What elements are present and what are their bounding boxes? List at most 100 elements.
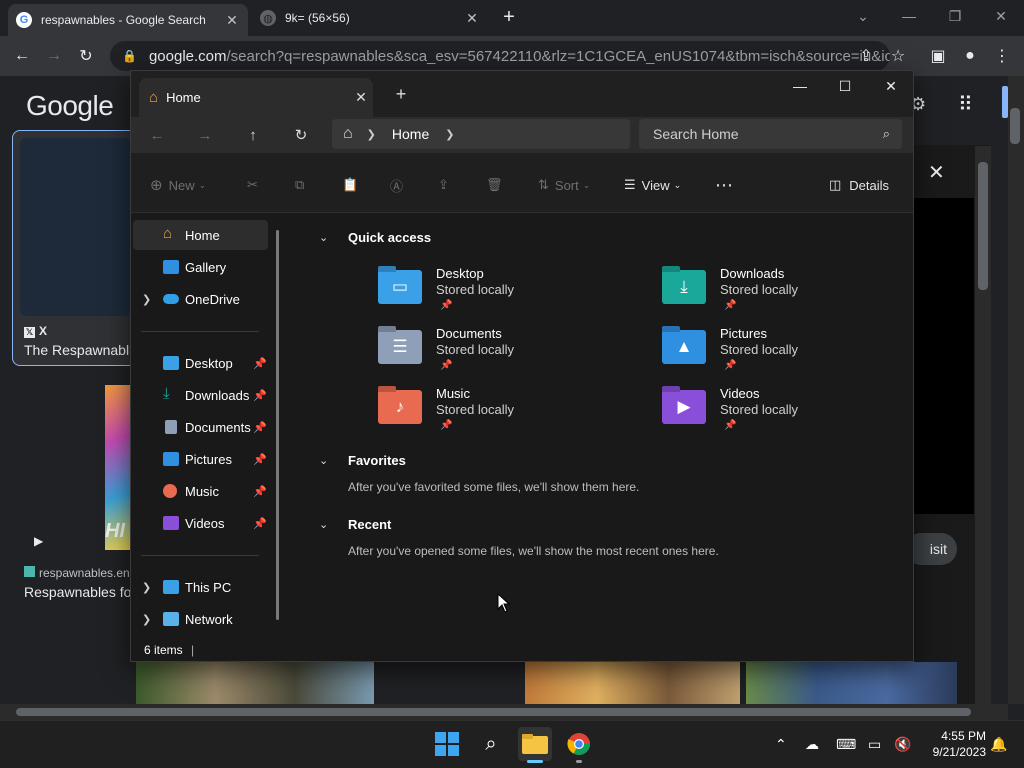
details-button[interactable]: ◫ Details — [829, 175, 889, 195]
quick-access-documents[interactable]: ☰ Documents Stored locally 📌 — [378, 326, 628, 386]
forward-icon[interactable]: → — [195, 125, 215, 145]
reload-icon[interactable]: ↻ — [76, 46, 96, 66]
minimize-icon[interactable]: — — [886, 0, 932, 32]
address-bar[interactable]: 🔒 google.com /search?q=respawnables&sca_… — [110, 41, 890, 71]
network-monitor-icon[interactable]: ▭ — [868, 736, 881, 753]
navigation-pane-scrollbar[interactable] — [276, 230, 279, 620]
new-tab-icon[interactable]: + — [392, 84, 410, 104]
share-icon[interactable]: ⇪ — [438, 175, 449, 195]
side-panel-icon[interactable]: ▣ — [928, 46, 948, 66]
view-button[interactable]: ☰ View ⌄ — [624, 175, 681, 195]
start-windows-icon[interactable] — [430, 727, 464, 761]
sidebar-item-music[interactable]: Music 📌 — [133, 476, 268, 506]
cut-icon[interactable]: ✂ — [247, 175, 258, 195]
bookmark-star-icon[interactable]: ☆ — [888, 46, 908, 66]
pin-icon[interactable]: 📌 — [253, 453, 267, 466]
explorer-tab-home[interactable]: ⌂ Home ✕ — [139, 78, 373, 117]
pin-icon[interactable]: 📌 — [253, 485, 267, 498]
chevron-right-icon[interactable]: ❯ — [142, 293, 151, 306]
quick-access-downloads[interactable]: ⤓ Downloads Stored locally 📌 — [662, 266, 912, 326]
quick-access-desktop[interactable]: ▭ Desktop Stored locally 📌 — [378, 266, 628, 326]
pin-icon[interactable]: 📌 — [253, 517, 267, 530]
back-icon[interactable]: ← — [147, 125, 167, 145]
forward-icon[interactable]: → — [44, 46, 64, 66]
new-button[interactable]: ⊕ New ⌄ — [150, 175, 206, 195]
pin-icon[interactable]: 📌 — [253, 357, 267, 370]
result-title[interactable]: The Respawnabl — [24, 342, 129, 358]
breadcrumb-home[interactable]: Home — [392, 126, 429, 142]
volume-muted-icon[interactable]: 🔇 — [894, 736, 911, 753]
section-favorites[interactable]: Favorites — [348, 453, 406, 468]
sidebar-item-this-pc[interactable]: ❯ This PC — [133, 572, 268, 602]
keyboard-icon[interactable]: ⌨ — [836, 736, 856, 753]
chevron-down-icon[interactable]: ⌄ — [319, 518, 328, 531]
close-icon[interactable]: ✕ — [349, 89, 373, 106]
menu-kebab-icon[interactable]: ⋮ — [992, 46, 1012, 66]
quick-access-music[interactable]: ♪ Music Stored locally 📌 — [378, 386, 628, 446]
sidebar-item-home[interactable]: ⌂ Home — [133, 220, 268, 250]
page-vertical-scrollbar[interactable] — [1008, 76, 1024, 704]
file-explorer-taskbar-icon[interactable] — [518, 727, 552, 761]
close-window-icon[interactable]: ✕ — [868, 72, 914, 100]
horizontal-scrollbar-thumb[interactable] — [16, 708, 971, 716]
paste-icon[interactable]: 📋 — [342, 175, 358, 195]
profile-icon[interactable]: ● — [960, 46, 980, 66]
chevron-down-icon[interactable]: ⌄ — [319, 231, 328, 244]
sidebar-item-downloads[interactable]: ⤓ Downloads 📌 — [133, 380, 268, 410]
chevron-down-icon[interactable]: ⌄ — [319, 454, 328, 467]
pin-icon[interactable]: 📌 — [253, 421, 267, 434]
close-icon[interactable]: ✕ — [224, 12, 240, 29]
search-icon[interactable]: ⌕ — [474, 727, 508, 761]
browser-tab-image[interactable]: ◍ 9k= (56×56) ✕ — [252, 4, 488, 32]
maximize-icon[interactable]: ☐ — [822, 72, 868, 100]
quick-access-videos[interactable]: ▶ Videos Stored locally 📌 — [662, 386, 912, 446]
sort-button[interactable]: ⇅ Sort ⌄ — [538, 175, 590, 195]
notification-bell-icon[interactable]: 🔔 — [990, 736, 1007, 753]
chevron-right-icon[interactable]: ❯ — [142, 613, 151, 626]
onedrive-cloud-icon[interactable]: ☁ — [805, 736, 819, 753]
panel-scrollbar-thumb[interactable] — [978, 162, 988, 290]
page-scrollbar-thumb[interactable] — [1010, 108, 1020, 144]
preview-image[interactable] — [912, 198, 974, 514]
sidebar-item-network[interactable]: ❯ Network — [133, 604, 268, 634]
copy-icon[interactable]: ⧉ — [295, 175, 304, 195]
close-icon[interactable]: ✕ — [464, 10, 480, 27]
pin-icon[interactable]: 📌 — [253, 389, 267, 402]
sidebar-item-onedrive[interactable]: ❯ OneDrive — [133, 284, 268, 314]
system-clock[interactable]: 4:55 PM 9/21/2023 — [920, 728, 986, 760]
refresh-icon[interactable]: ↻ — [291, 125, 311, 145]
sidebar-item-documents[interactable]: Documents 📌 — [133, 412, 268, 442]
search-input[interactable]: Search Home ⌕ — [639, 119, 902, 149]
tab-search-icon[interactable]: ⌄ — [840, 0, 886, 32]
sidebar-item-videos[interactable]: Videos 📌 — [133, 508, 268, 538]
back-icon[interactable]: ← — [12, 46, 32, 66]
close-window-icon[interactable]: ✕ — [978, 0, 1024, 32]
close-preview-icon[interactable]: ✕ — [928, 160, 945, 185]
delete-icon[interactable]: 🗑 — [486, 175, 503, 195]
section-quick-access[interactable]: Quick access — [348, 230, 431, 245]
rename-icon[interactable]: Ⓐ — [390, 175, 403, 195]
result-title[interactable]: Respawnables fo — [24, 584, 131, 600]
restore-icon[interactable]: ❐ — [932, 0, 978, 32]
chevron-right-icon[interactable]: ❯ — [142, 581, 151, 594]
share-icon[interactable]: ⇪ — [856, 46, 876, 66]
chevron-up-icon[interactable]: ⌃ — [775, 736, 787, 753]
google-logo[interactable]: Google — [26, 90, 114, 122]
apps-grid-icon[interactable]: ⠿ — [958, 92, 973, 117]
sidebar-item-pictures[interactable]: Pictures 📌 — [133, 444, 268, 474]
browser-tab-google-search[interactable]: G respawnables - Google Search ✕ — [8, 4, 248, 36]
up-icon[interactable]: ↑ — [243, 125, 263, 145]
section-recent[interactable]: Recent — [348, 517, 391, 532]
new-tab-button[interactable]: + — [500, 6, 518, 28]
address-breadcrumb[interactable]: ⌂ ❯ Home ❯ — [332, 119, 630, 149]
image-thumbnail[interactable] — [525, 662, 740, 704]
minimize-icon[interactable]: — — [777, 72, 823, 100]
sidebar-item-gallery[interactable]: Gallery — [133, 252, 268, 282]
quick-access-pictures[interactable]: ▲ Pictures Stored locally 📌 — [662, 326, 912, 386]
image-thumbnail[interactable] — [746, 662, 957, 704]
chrome-icon[interactable] — [562, 727, 596, 761]
image-thumbnail[interactable] — [136, 662, 374, 704]
play-icon[interactable]: ▶ — [34, 534, 43, 548]
more-options-icon[interactable]: ⋯ — [715, 175, 733, 195]
image-thumbnail[interactable] — [20, 138, 130, 316]
